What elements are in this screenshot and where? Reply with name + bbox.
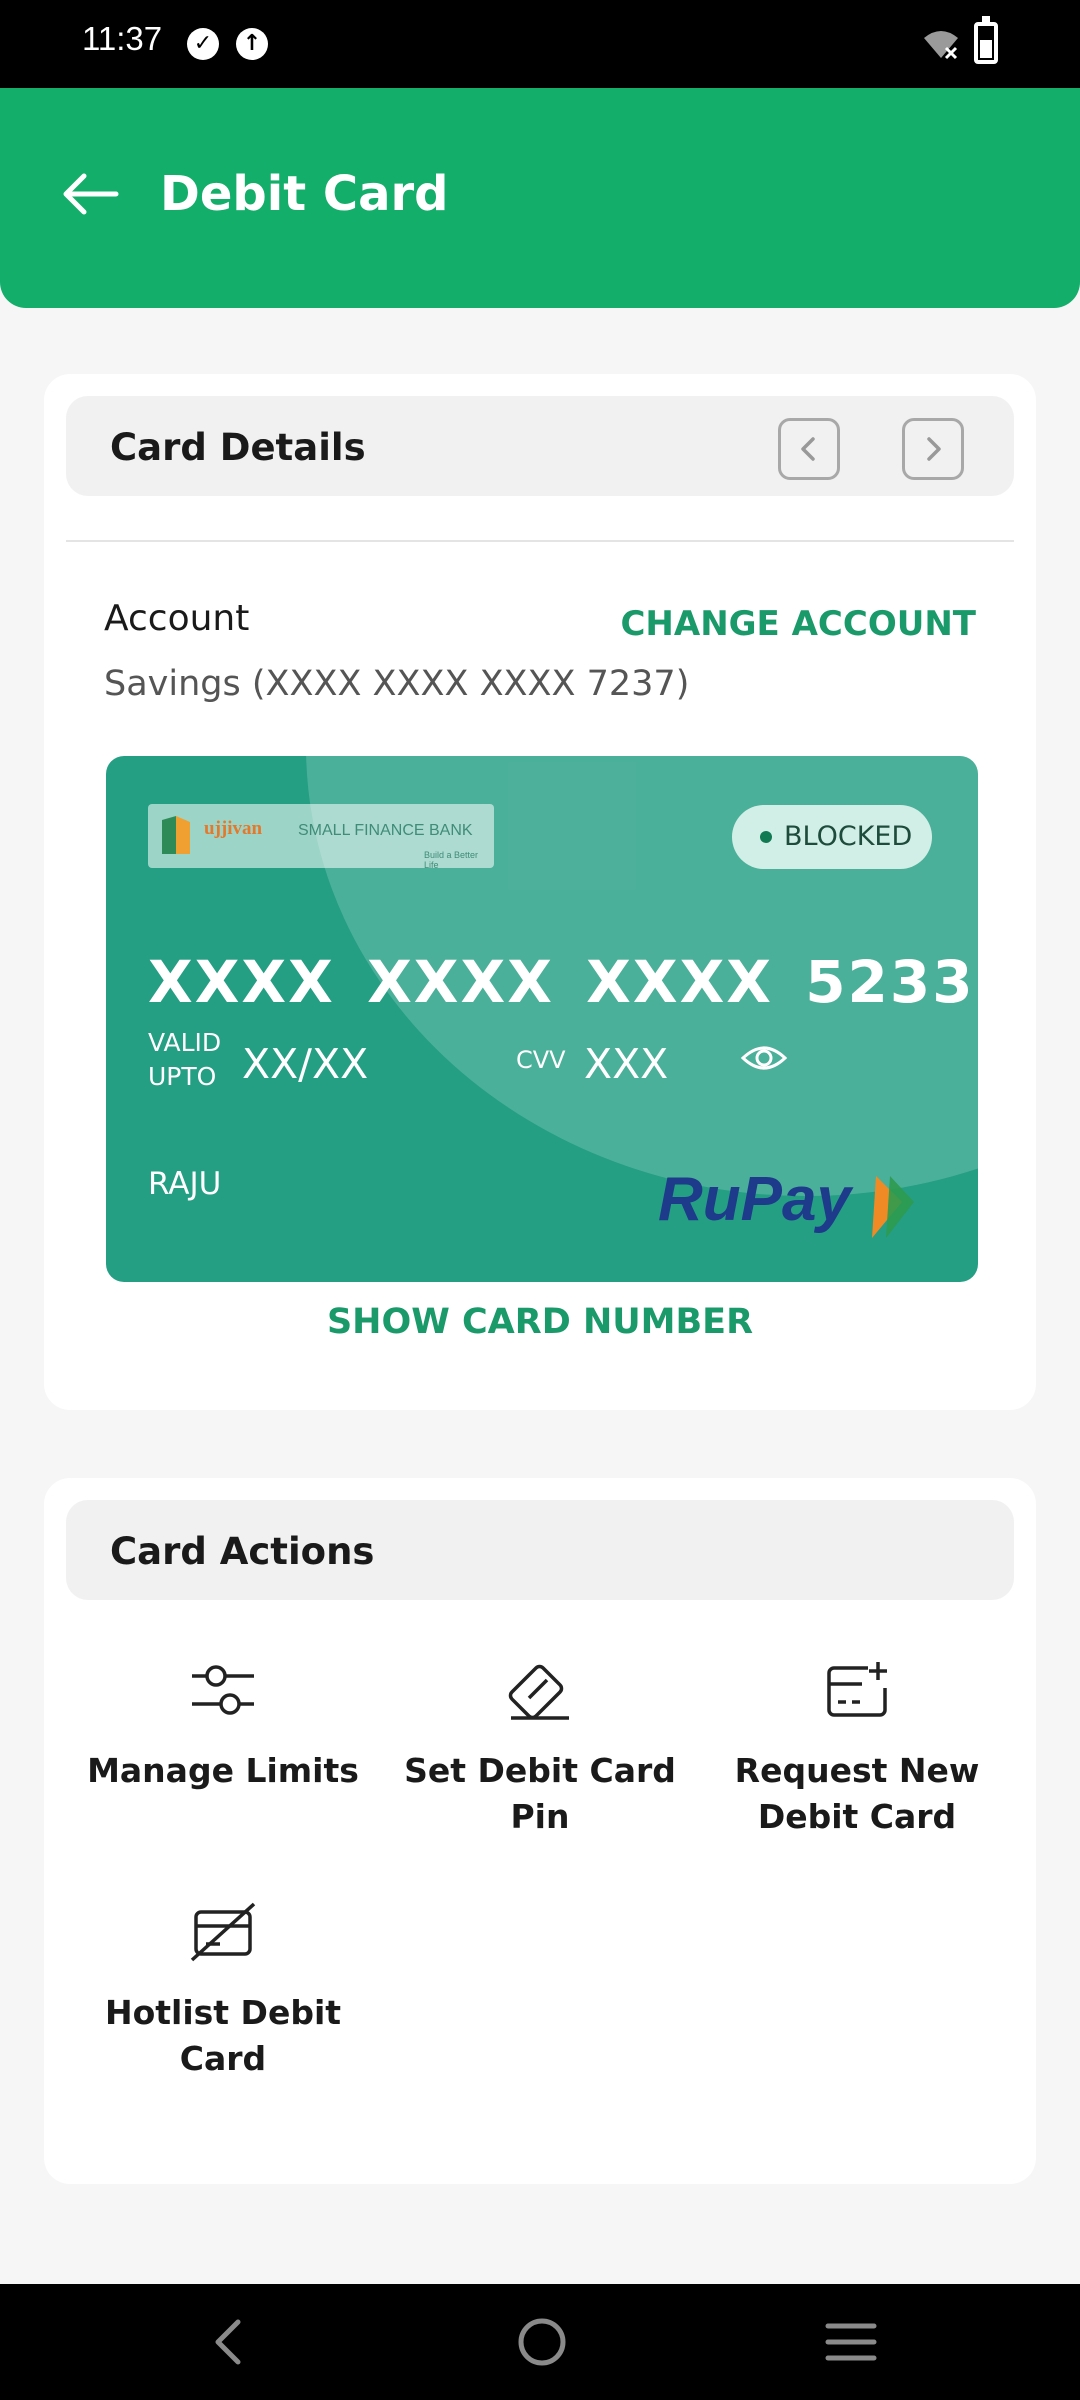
- wifi-off-icon: [924, 31, 958, 60]
- action-manage-limits[interactable]: Manage Limits: [66, 1658, 380, 1794]
- chevron-left-icon: [801, 437, 815, 461]
- action-label: Set Debit Card Pin: [404, 1751, 676, 1836]
- account-label: Account: [104, 598, 250, 639]
- account-value: Savings (XXXX XXXX XXXX 7237): [104, 664, 690, 704]
- card-details-header: Card Details: [66, 396, 1014, 496]
- valid-upto-label: VALID UPTO: [148, 1028, 222, 1091]
- rupay-logo: RuPay: [658, 1165, 914, 1238]
- action-hotlist-card[interactable]: Hotlist Debit Card: [66, 1900, 380, 2082]
- nav-home-icon[interactable]: [514, 2314, 570, 2370]
- card-pin-icon: [508, 1664, 569, 1720]
- card-number: XXXX XXXX XXXX 5233: [148, 948, 975, 1016]
- app-bar: Debit Card: [0, 88, 1080, 308]
- check-circle-icon: ✓: [187, 28, 219, 60]
- bank-name: ujjivan: [204, 818, 263, 839]
- chevron-right-icon: [927, 437, 941, 461]
- card-actions-header: Card Actions: [66, 1500, 1014, 1600]
- status-bar: 11:37 ✓ ↑: [0, 0, 1080, 88]
- card-add-icon: [827, 1662, 887, 1717]
- bank-name-suffix: SMALL FINANCE BANK: [298, 822, 473, 839]
- card-details-panel: Card Details Account CHANGE ACCOUNT Savi…: [44, 374, 1036, 1410]
- status-dot: [760, 831, 772, 843]
- status-badge: BLOCKED: [732, 805, 932, 869]
- card-actions-title: Card Actions: [110, 1530, 375, 1573]
- upload-circle-icon: ↑: [236, 28, 268, 60]
- action-set-pin[interactable]: Set Debit Card Pin: [383, 1658, 697, 1840]
- cvv-label: CVV: [516, 1046, 566, 1074]
- prev-card-button[interactable]: [778, 418, 840, 480]
- change-account-button[interactable]: CHANGE ACCOUNT: [620, 604, 976, 644]
- nav-menu-icon[interactable]: [824, 2314, 878, 2370]
- page-title: Debit Card: [160, 166, 449, 222]
- bank-tagline: Build a Better Life: [424, 850, 479, 870]
- system-nav-bar: [0, 2284, 1080, 2400]
- arrow-left-icon[interactable]: [60, 172, 120, 216]
- action-request-new-card[interactable]: Request New Debit Card: [700, 1658, 1014, 1840]
- next-card-button[interactable]: [902, 418, 964, 480]
- card-holder-name: RAJU: [148, 1166, 222, 1202]
- cvv-value: XXX: [584, 1040, 669, 1088]
- valid-upto-value: XX/XX: [242, 1040, 369, 1088]
- action-label: Request New Debit Card: [734, 1751, 980, 1836]
- battery-icon: [974, 16, 998, 64]
- bank-logo: ujjivan SMALL FINANCE BANK Build a Bette…: [148, 804, 494, 870]
- divider: [66, 540, 1014, 542]
- network-name: RuPay: [658, 1165, 854, 1234]
- sliders-icon: [192, 1665, 254, 1715]
- nav-back-icon[interactable]: [208, 2314, 248, 2370]
- card-block-icon: [190, 1902, 256, 1962]
- status-badge-text: BLOCKED: [784, 821, 913, 852]
- bank-logo-mark-icon: [162, 816, 190, 854]
- card-details-title: Card Details: [110, 426, 366, 469]
- action-label: Manage Limits: [87, 1751, 359, 1790]
- action-label: Hotlist Debit Card: [104, 1993, 342, 2078]
- debit-card: ujjivan SMALL FINANCE BANK Build a Bette…: [106, 756, 978, 1282]
- show-card-number-button[interactable]: SHOW CARD NUMBER: [44, 1302, 1036, 1342]
- eye-icon[interactable]: [740, 1036, 788, 1080]
- card-actions-panel: Card Actions Manage Limits Set Debit Car…: [44, 1478, 1036, 2184]
- status-time: 11:37: [82, 20, 163, 57]
